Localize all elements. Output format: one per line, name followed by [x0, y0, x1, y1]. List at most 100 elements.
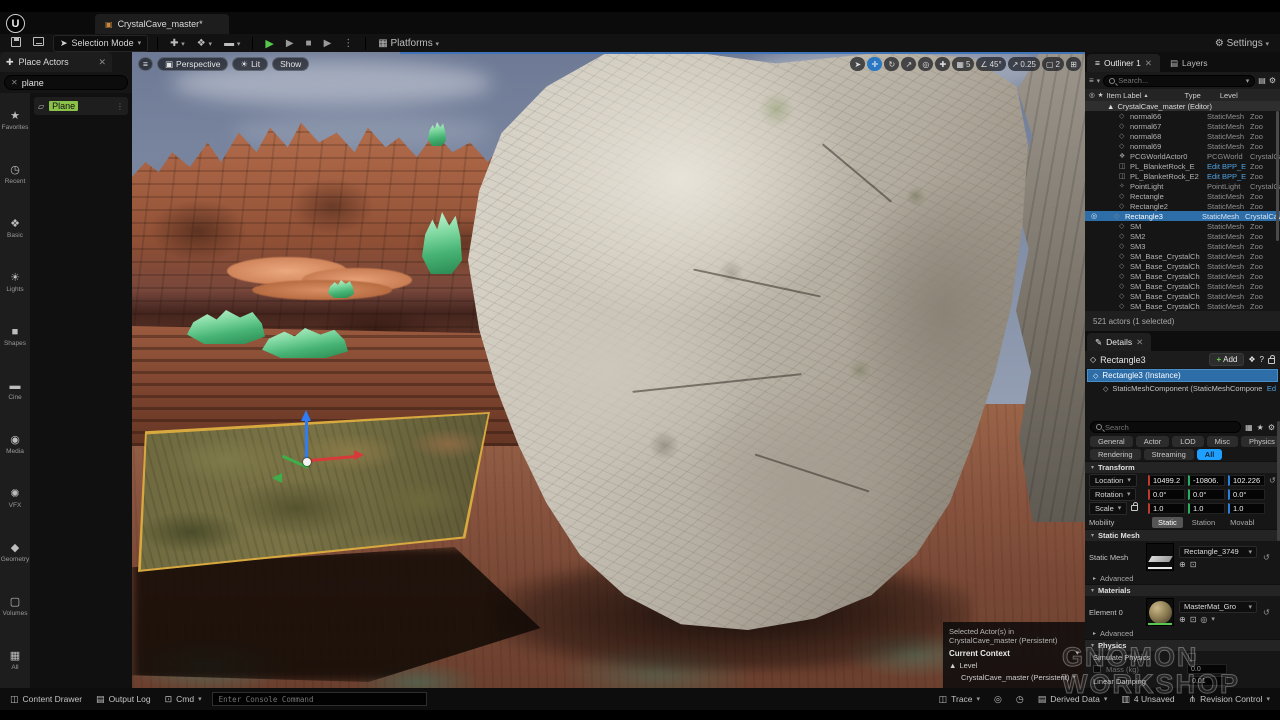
rotate-tool-button[interactable]: ↻	[884, 57, 899, 71]
static-mesh-dropdown[interactable]: Rectangle_3749▾	[1179, 546, 1257, 558]
use-selected-icon[interactable]: ⊕	[1179, 560, 1186, 569]
materials-advanced[interactable]: ▸Advanced	[1085, 628, 1280, 639]
table-row[interactable]: ◇SMStaticMeshZoo	[1085, 221, 1280, 231]
editor-modes-button[interactable]	[30, 36, 47, 50]
category-basic[interactable]: ❖Basic	[0, 201, 30, 255]
simulate-physics-checkbox[interactable]	[1188, 653, 1196, 661]
close-icon[interactable]: ✕	[1136, 337, 1143, 348]
mobility-stationary[interactable]: Station	[1186, 517, 1221, 528]
camera-speed-button[interactable]: ▢2	[1042, 57, 1064, 71]
category-media[interactable]: ◉Media	[0, 417, 30, 471]
location-z-field[interactable]: 102.226	[1228, 475, 1265, 486]
table-row[interactable]: ◇SM3StaticMeshZoo	[1085, 241, 1280, 251]
category-all[interactable]: ▦All	[0, 633, 30, 687]
world-local-toggle[interactable]: ◎	[918, 57, 933, 71]
location-dropdown[interactable]: Location▾	[1089, 474, 1137, 487]
toast-level-value[interactable]: CrystalCave_master (Persistent)	[961, 673, 1069, 682]
scale-z-field[interactable]: 1.0	[1228, 503, 1265, 514]
rotation-dropdown[interactable]: Rotation▾	[1089, 488, 1136, 501]
gizmo-y-arrow[interactable]	[272, 473, 282, 483]
location-x-field[interactable]: 10499.2	[1148, 475, 1185, 486]
save-button[interactable]	[8, 36, 24, 51]
unsaved-button[interactable]: ▥4 Unsaved	[1117, 694, 1178, 705]
place-actors-search[interactable]: ✕	[4, 75, 128, 90]
category-geometry[interactable]: ◆Geometry	[0, 525, 30, 579]
component-row[interactable]: ◇ StaticMeshComponent (StaticMeshCompone…	[1085, 382, 1280, 395]
table-row[interactable]: ◇SM_Base_CrystalChStaticMeshZoo	[1085, 261, 1280, 271]
mass-override-checkbox[interactable]	[1093, 665, 1101, 673]
settings-dropdown[interactable]: ⚙ Settings ▾	[1212, 37, 1272, 50]
section-physics[interactable]: ▾Physics	[1085, 639, 1280, 651]
show-dropdown[interactable]: Show	[272, 57, 309, 71]
outliner-root-row[interactable]: ▲ CrystalCave_master (Editor)	[1085, 101, 1280, 111]
viewport-menu-button[interactable]: ≡	[138, 57, 153, 71]
scale-y-field[interactable]: 1.0	[1188, 503, 1225, 514]
category-cine[interactable]: ▬Cine	[0, 363, 30, 417]
add-actor-button[interactable]: ✚ ▾	[167, 37, 188, 50]
search-input[interactable]	[22, 78, 112, 88]
column-item-label[interactable]: Item Label	[1107, 91, 1142, 100]
chip-lod[interactable]: LOD	[1172, 436, 1203, 447]
close-icon[interactable]: ✕	[1145, 58, 1152, 69]
maximize-viewport-button[interactable]: ⊞	[1066, 57, 1081, 71]
details-search-input[interactable]	[1105, 423, 1235, 432]
gear-icon[interactable]: ⚙	[1269, 76, 1276, 85]
cinematics-button[interactable]: ▬ ▾	[221, 37, 243, 50]
scale-snap-button[interactable]: ↗0.25	[1008, 57, 1040, 71]
blueprint-icon[interactable]: ❖	[1248, 355, 1255, 364]
rotation-z-field[interactable]: 0.0°	[1228, 489, 1265, 500]
reset-icon[interactable]: ↺	[1269, 476, 1276, 485]
help-icon[interactable]: ?	[1260, 355, 1264, 364]
tab-outliner[interactable]: ≡ Outliner 1 ✕	[1087, 54, 1160, 72]
table-row-selected[interactable]: ◎◇Rectangle3StaticMeshCrystalCav	[1085, 211, 1280, 221]
console-input[interactable]	[219, 695, 420, 704]
material-dropdown[interactable]: MasterMat_Gro▾	[1179, 601, 1257, 613]
lock-icon[interactable]	[1268, 358, 1275, 364]
table-row[interactable]: ◇normal69StaticMeshZoo	[1085, 141, 1280, 151]
drag-grip-icon[interactable]: ⋮	[116, 102, 124, 111]
reset-icon[interactable]: ↺	[1263, 553, 1270, 562]
context-toast[interactable]: Selected Actor(s) in CrystalCave_master …	[943, 622, 1085, 688]
tab-layers[interactable]: ▤ Layers	[1162, 54, 1216, 72]
chip-general[interactable]: General	[1090, 436, 1133, 447]
table-row[interactable]: ◇normal66StaticMeshZoo	[1085, 111, 1280, 121]
edit-blueprint-link[interactable]: Edit BPP_E	[1207, 162, 1247, 171]
mobility-movable[interactable]: Movabl	[1224, 517, 1260, 528]
launch-button[interactable]: ▶	[321, 37, 335, 50]
chip-actor[interactable]: Actor	[1136, 436, 1170, 447]
chip-physics[interactable]: Physics	[1241, 436, 1280, 447]
chip-all[interactable]: All	[1197, 449, 1223, 460]
details-search[interactable]	[1090, 421, 1241, 433]
chevron-down-icon[interactable]: ▾	[1075, 649, 1079, 658]
browse-icon[interactable]: ⊡	[1190, 560, 1197, 569]
outliner-search[interactable]: ▾	[1103, 75, 1255, 87]
surface-snap-button[interactable]: ✚	[935, 57, 950, 71]
output-log-button[interactable]: ▤Output Log	[92, 694, 155, 705]
category-recent[interactable]: ◷Recent	[0, 147, 30, 201]
column-type[interactable]: Type	[1185, 91, 1201, 100]
eye-icon[interactable]: ◎	[1089, 91, 1095, 99]
table-row[interactable]: ◇SM_Base_CrystalChStaticMeshZoo	[1085, 291, 1280, 301]
table-row[interactable]: ◇SM_Base_CrystalChStaticMeshZoo	[1085, 271, 1280, 281]
table-row[interactable]: ◇SM_Base_CrystalChStaticMeshZoo	[1085, 301, 1280, 311]
select-tool-button[interactable]: ➤	[850, 57, 865, 71]
linear-damping-field[interactable]: 0.01	[1188, 676, 1228, 686]
category-volumes[interactable]: ▢Volumes	[0, 579, 30, 633]
add-component-button[interactable]: +Add	[1209, 353, 1244, 366]
section-materials[interactable]: ▾Materials	[1085, 584, 1280, 596]
gizmo-z-axis[interactable]	[305, 420, 308, 463]
display-options-icon[interactable]: ▦	[1245, 423, 1253, 432]
perspective-dropdown[interactable]: ▣Perspective	[157, 57, 228, 71]
table-row[interactable]: ◫PL_BlanketRock_EEdit BPP_EZoo	[1085, 161, 1280, 171]
insights-button[interactable]: ◎	[990, 694, 1006, 705]
chip-streaming[interactable]: Streaming	[1144, 449, 1194, 460]
trace-dropdown[interactable]: ◫Trace▾	[935, 694, 984, 705]
tab-details[interactable]: ✎ Details ✕	[1087, 333, 1151, 351]
gizmo-x-arrow[interactable]	[354, 450, 364, 460]
section-transform[interactable]: ▾Transform	[1085, 461, 1280, 473]
chip-misc[interactable]: Misc	[1207, 436, 1238, 447]
lit-dropdown[interactable]: ☀Lit	[232, 57, 268, 71]
scale-tool-button[interactable]: ↗	[901, 57, 916, 71]
gizmo-z-arrow[interactable]	[301, 410, 311, 421]
column-level[interactable]: Level	[1220, 91, 1238, 100]
